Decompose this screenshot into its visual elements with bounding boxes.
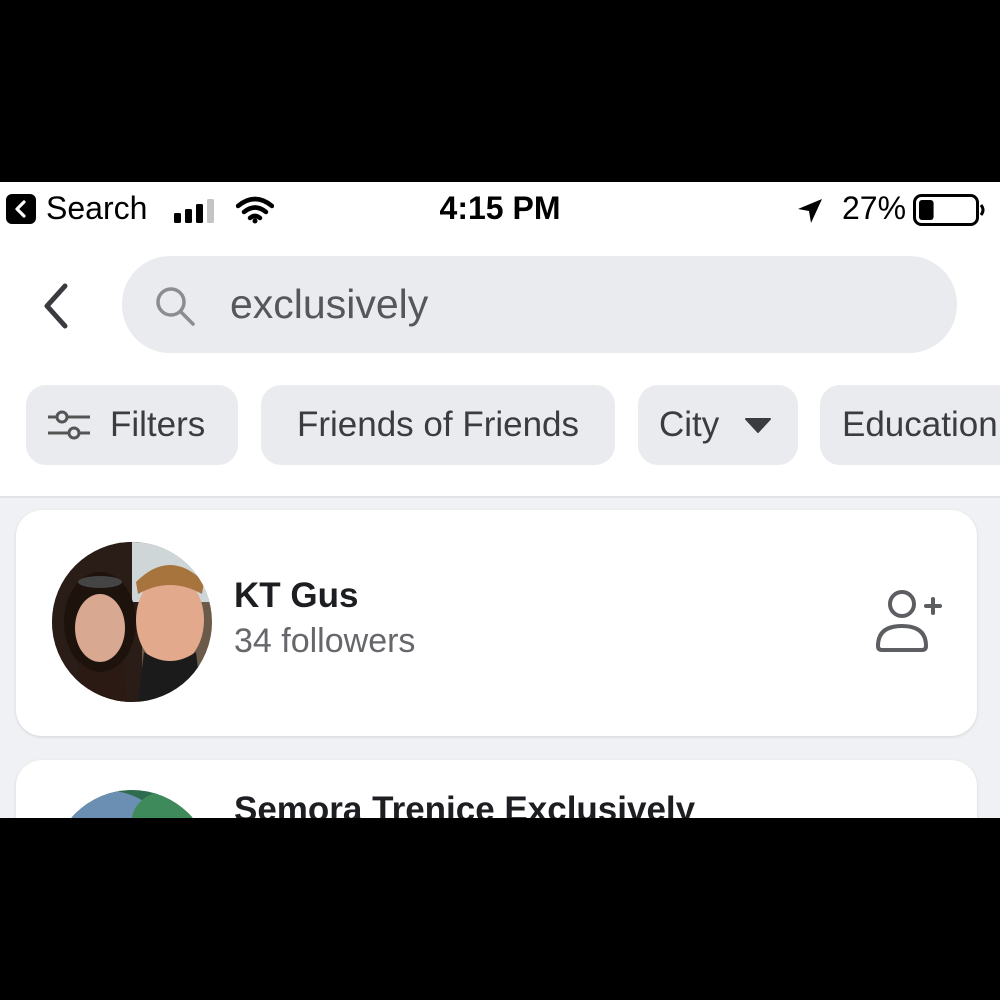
back-button[interactable] — [36, 278, 76, 334]
add-friend-icon[interactable] — [874, 586, 946, 658]
education-chip[interactable]: Education — [820, 385, 1000, 465]
avatar — [52, 542, 212, 702]
status-bar: Search 4:15 PM 27% — [0, 182, 1000, 238]
filter-chips: Filters Friends of Friends City Educatio… — [0, 385, 1000, 467]
sliders-icon — [48, 410, 90, 440]
city-dropdown-chip[interactable]: City — [638, 385, 798, 465]
caret-down-icon — [745, 418, 772, 433]
result-name[interactable]: KT Gus — [234, 576, 358, 616]
battery-percentage: 27% — [842, 190, 907, 226]
friends-of-friends-label: Friends of Friends — [296, 405, 580, 444]
search-bar[interactable] — [122, 256, 957, 353]
search-icon — [156, 287, 195, 326]
result-card[interactable]: KT Gus 34 followers — [16, 510, 977, 736]
filters-button[interactable]: Filters — [26, 385, 238, 465]
battery-icon — [913, 194, 985, 226]
filters-label: Filters — [110, 405, 206, 444]
avatar — [52, 790, 212, 818]
result-card[interactable]: Semora Trenice Exclusively — [16, 760, 977, 818]
result-name[interactable]: Semora Trenice Exclusively — [234, 790, 695, 818]
result-followers: 34 followers — [234, 622, 416, 660]
friends-of-friends-chip[interactable]: Friends of Friends — [261, 385, 615, 465]
chevron-left-icon — [44, 283, 68, 329]
app-screen: Search 4:15 PM 27% exclusively Filters F… — [0, 182, 1000, 818]
search-input[interactable] — [230, 256, 930, 353]
education-label: Education — [842, 405, 998, 444]
city-label: City — [659, 405, 720, 444]
location-arrow-icon — [798, 199, 822, 223]
